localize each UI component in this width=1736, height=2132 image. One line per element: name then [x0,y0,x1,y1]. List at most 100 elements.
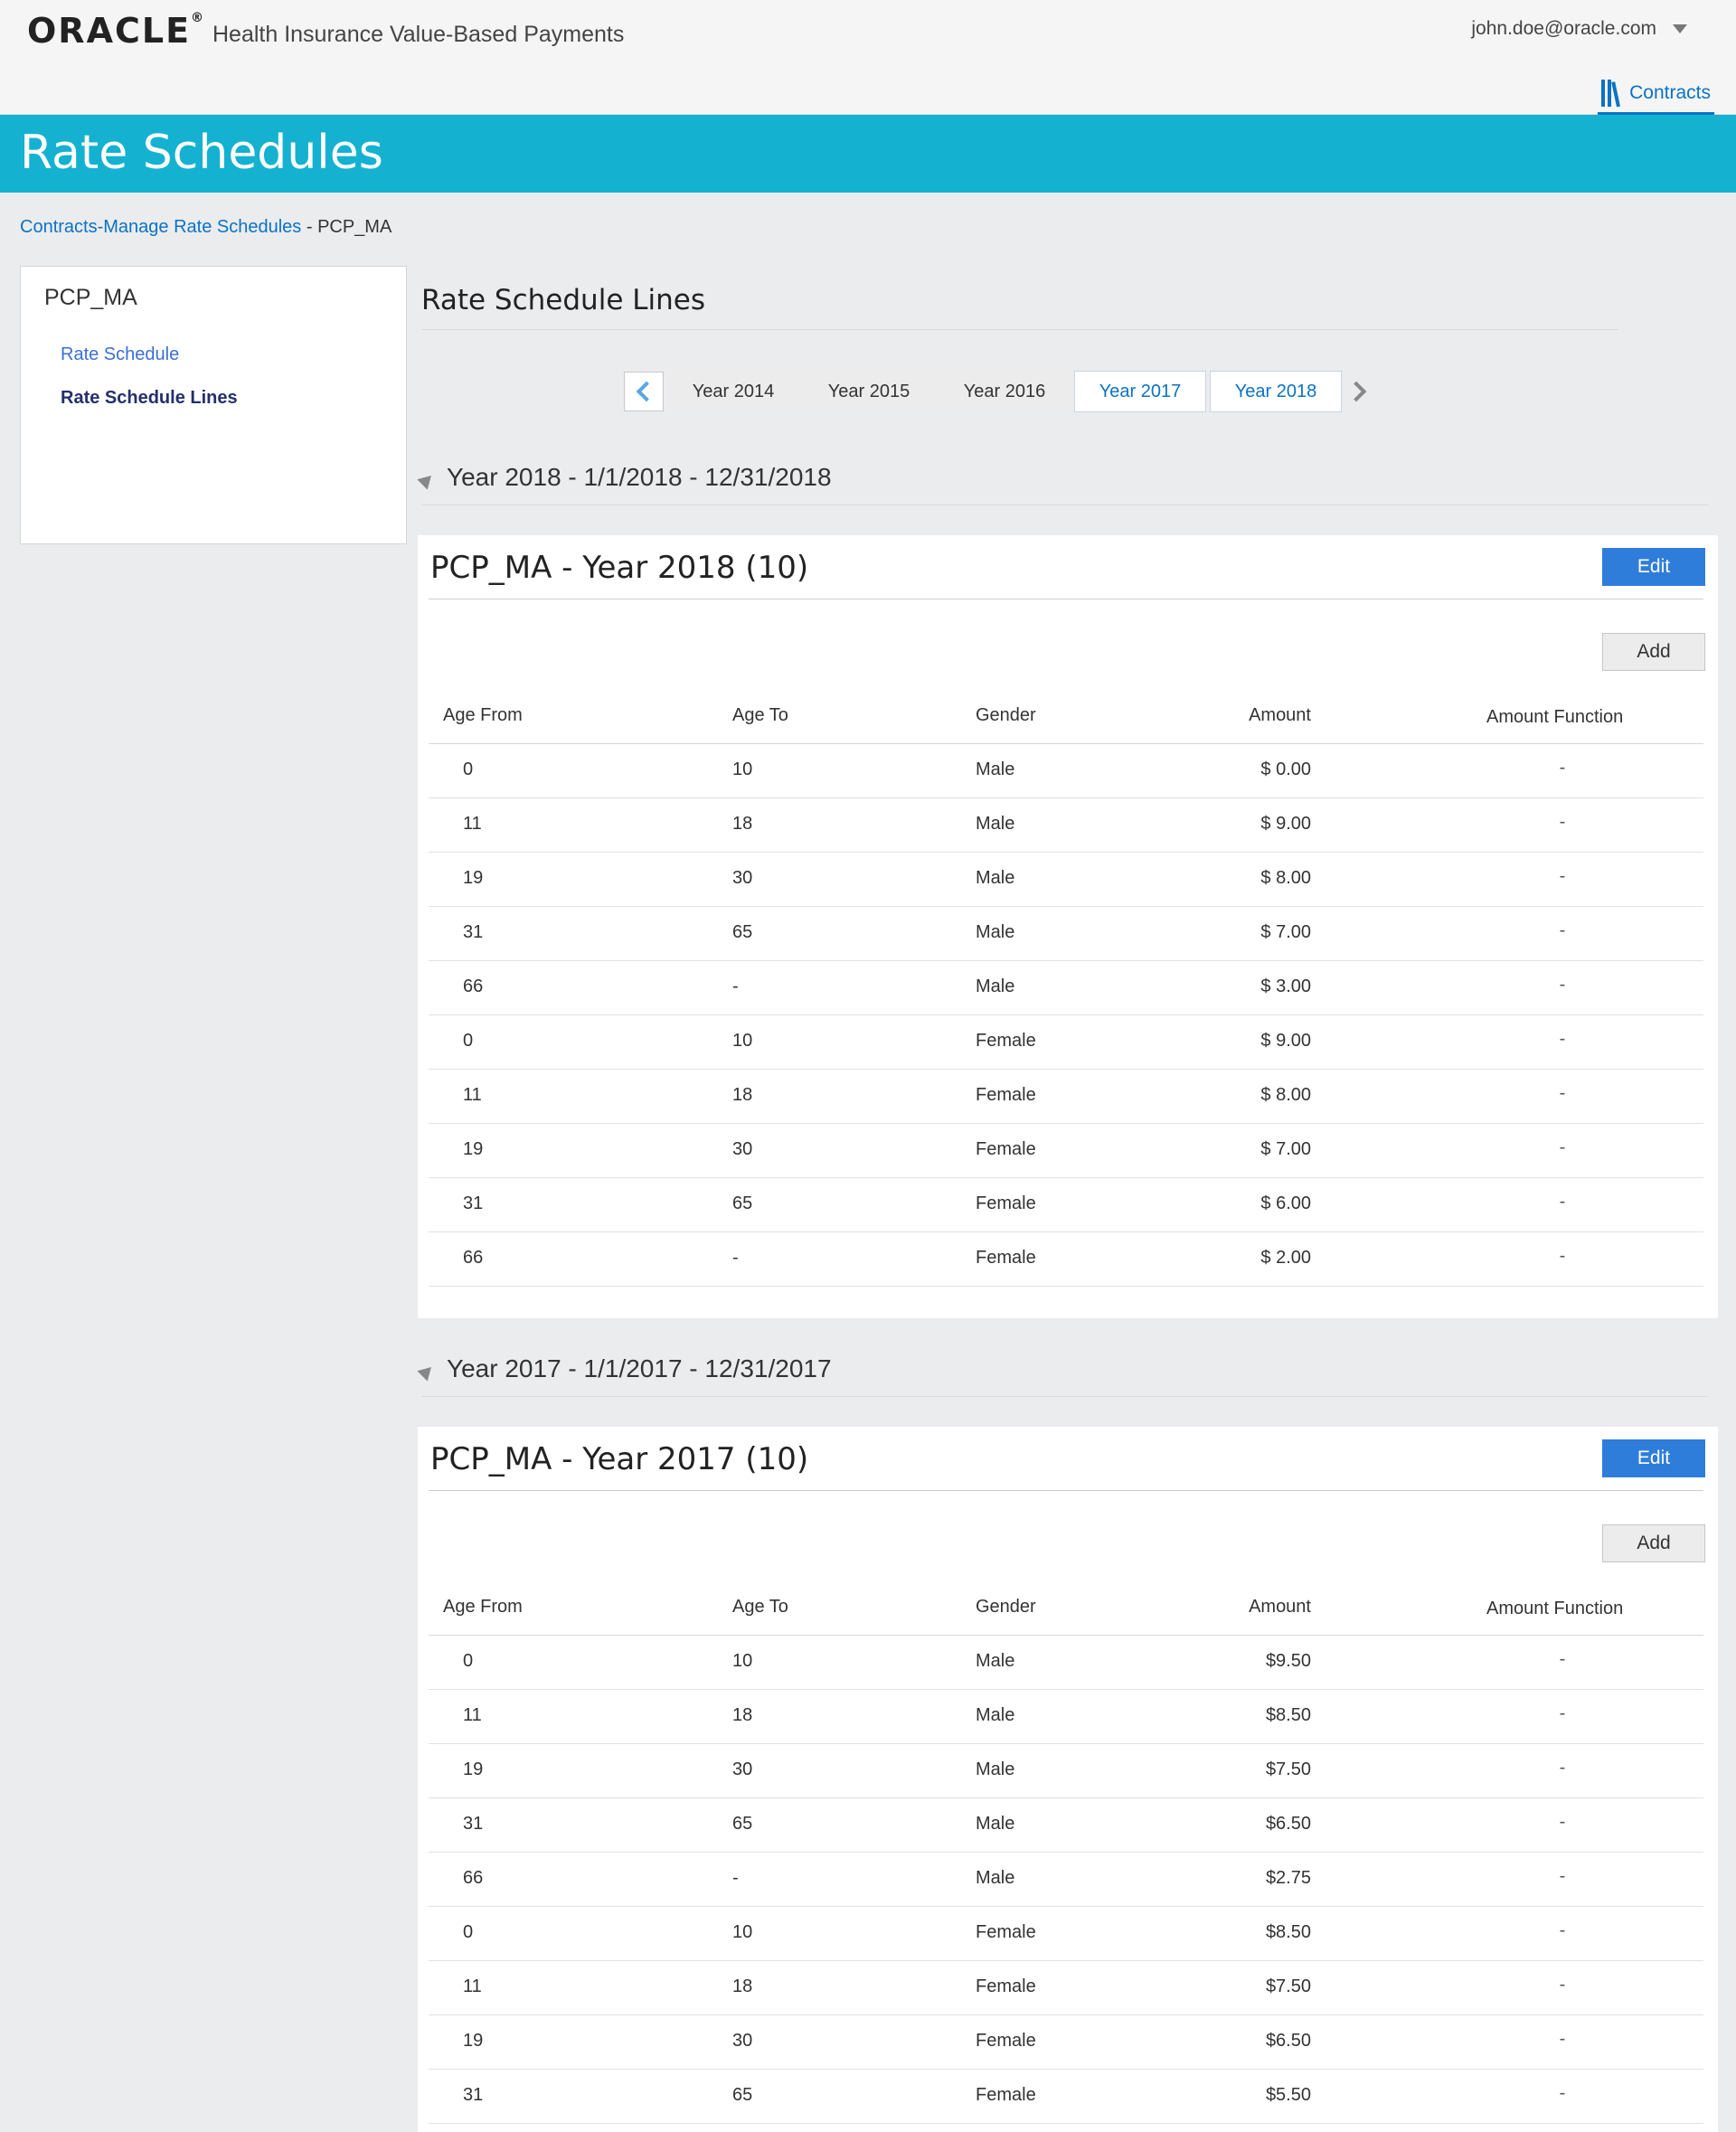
col-header-age-to[interactable]: Age To [732,1597,788,1618]
table-row[interactable]: 11 18 Female $ 8.00 - [429,1069,1703,1124]
table-row[interactable]: 0 10 Male $9.50 - [429,1635,1703,1690]
col-header-gender[interactable]: Gender [976,1597,1036,1618]
cell-amount-function: - [1559,1975,1566,1995]
col-header-gender[interactable]: Gender [976,705,1036,726]
cell-amount-function: - [1559,1137,1566,1157]
breadcrumb-link-manage-rate-schedules[interactable]: Contracts-Manage Rate Schedules [20,217,301,237]
table-row[interactable]: 31 65 Female $ 6.00 - [429,1177,1703,1232]
divider [421,329,1618,330]
cell-age-to: 18 [732,814,753,834]
rate-lines-card-2017: PCP_MA - Year 2017 (10) Edit Add Age From Ag… [418,1427,1718,2132]
table-row[interactable]: 0 10 Male $ 0.00 - [429,743,1703,798]
cell-age-from: 31 [463,922,484,942]
left-nav-rate-schedule[interactable]: Rate Schedule [61,344,179,365]
section-title: Rate Schedule Lines [421,284,705,316]
cell-gender: Female [976,1976,1036,1996]
cell-age-to: 10 [732,1922,753,1942]
table-row[interactable]: 66 - Male $ 3.00 - [429,960,1703,1015]
cell-age-to: 30 [732,1759,753,1779]
tab-year-2018[interactable]: Year 2018 [1210,371,1342,412]
table-row[interactable]: 11 18 Male $ 9.00 - [429,797,1703,853]
left-nav-panel: PCP_MA Rate Schedule Rate Schedule Lines [20,266,407,544]
table-row[interactable]: 31 65 Male $6.50 - [429,1797,1703,1853]
cell-age-from: 0 [463,1651,474,1671]
user-menu[interactable]: john.doe@oracle.com [1471,18,1687,40]
col-header-amount-function[interactable]: Amount Function [1486,707,1623,728]
cell-amount-function: - [1559,2029,1566,2049]
edit-button[interactable]: Edit [1602,1439,1705,1477]
tab-year-2014[interactable]: Year 2014 [667,371,799,412]
cell-amount-function: - [1559,920,1566,940]
col-header-age-from[interactable]: Age From [443,1597,523,1618]
table-row[interactable]: 0 10 Female $ 9.00 - [429,1014,1703,1070]
col-header-amount[interactable]: Amount [1249,1597,1311,1618]
cell-amount-function: - [1559,1866,1566,1886]
edit-button[interactable]: Edit [1602,548,1705,586]
left-nav-rate-schedule-lines[interactable]: Rate Schedule Lines [61,388,238,409]
top-header: ORACLE® Health Insurance Value-Based Pay… [0,0,1736,116]
chevron-left-icon [636,381,657,402]
cell-age-to: - [732,1868,739,1888]
table-row[interactable]: 66 - Male $2.75 - [429,1852,1703,1907]
table-row[interactable]: 19 30 Male $7.50 - [429,1743,1703,1798]
cell-gender: Female [976,1193,1036,1213]
cell-age-to: - [732,976,739,996]
cell-age-from: 66 [463,976,484,996]
cell-amount: $6.50 [1265,2031,1311,2051]
cell-amount-function: - [1559,2083,1566,2103]
cell-amount: $ 6.00 [1260,1193,1311,1213]
col-header-amount[interactable]: Amount [1249,705,1311,726]
cell-age-from: 66 [463,1868,484,1888]
cell-amount: $ 0.00 [1260,759,1311,779]
tab-year-2016[interactable]: Year 2016 [939,371,1071,412]
cell-amount: $ 2.00 [1260,1248,1311,1268]
left-panel-title: PCP_MA [44,285,137,310]
cell-amount-function: - [1559,1758,1566,1778]
user-email: john.doe@oracle.com [1471,18,1656,39]
table-row[interactable]: 31 65 Female $5.50 - [429,2069,1703,2124]
cell-gender: Male [976,1814,1015,1834]
table-row[interactable]: 31 65 Male $ 7.00 - [429,906,1703,961]
cell-age-from: 11 [463,1976,482,1996]
cell-gender: Male [976,759,1015,779]
cell-age-from: 11 [463,1705,482,1725]
tab-year-2017[interactable]: Year 2017 [1074,371,1206,412]
table-row[interactable]: 19 30 Female $6.50 - [429,2014,1703,2070]
col-header-age-to[interactable]: Age To [732,705,788,726]
table-row[interactable]: 19 30 Male $ 8.00 - [429,852,1703,907]
cell-amount: $8.50 [1265,1922,1311,1942]
col-header-amount-function[interactable]: Amount Function [1486,1599,1623,1619]
cell-age-to: 10 [732,1031,753,1051]
table-row[interactable]: 0 10 Female $8.50 - [429,1906,1703,1961]
card-title-text: PCP_MA - Year 2018 [430,550,736,586]
cell-gender: Female [976,1248,1036,1268]
table-row[interactable]: 66 - Female $ 2.00 - [429,1231,1703,1287]
group-heading: Year 2018 - 1/1/2018 - 12/31/2018 [447,463,832,491]
page-banner: Rate Schedules [0,115,1736,193]
card-title: PCP_MA - Year 2018 (10) [430,550,808,586]
add-button[interactable]: Add [1602,1524,1705,1562]
col-header-age-from[interactable]: Age From [443,705,523,726]
nav-contracts[interactable]: Contracts [1598,74,1714,116]
oracle-logo: ORACLE® [27,11,206,51]
cell-amount-function: - [1559,1029,1566,1049]
group-header-2018[interactable]: Year 2018 - 1/1/2018 - 12/31/2018 [417,463,832,492]
add-button[interactable]: Add [1602,633,1705,671]
cell-age-to: 10 [732,759,753,779]
next-year-button[interactable] [1345,372,1373,411]
cell-age-to: 30 [732,2031,753,2051]
cell-amount-function: - [1559,758,1566,778]
cell-age-from: 19 [463,868,484,888]
cell-age-from: 31 [463,1193,484,1213]
tab-year-2015[interactable]: Year 2015 [803,371,935,412]
table-row[interactable]: 11 18 Female $7.50 - [429,1960,1703,2015]
prev-year-button[interactable] [624,372,664,411]
cell-gender: Male [976,1651,1015,1671]
rate-lines-card-2018: PCP_MA - Year 2018 (10) Edit Add Age From Ag… [418,535,1718,1318]
table-row[interactable]: 11 18 Male $8.50 - [429,1689,1703,1744]
table-row[interactable]: 19 30 Female $ 7.00 - [429,1123,1703,1178]
cell-gender: Male [976,922,1015,942]
cell-amount: $ 7.00 [1260,1139,1311,1159]
cell-amount: $7.50 [1265,1976,1311,1996]
group-header-2017[interactable]: Year 2017 - 1/1/2017 - 12/31/2017 [417,1354,832,1383]
